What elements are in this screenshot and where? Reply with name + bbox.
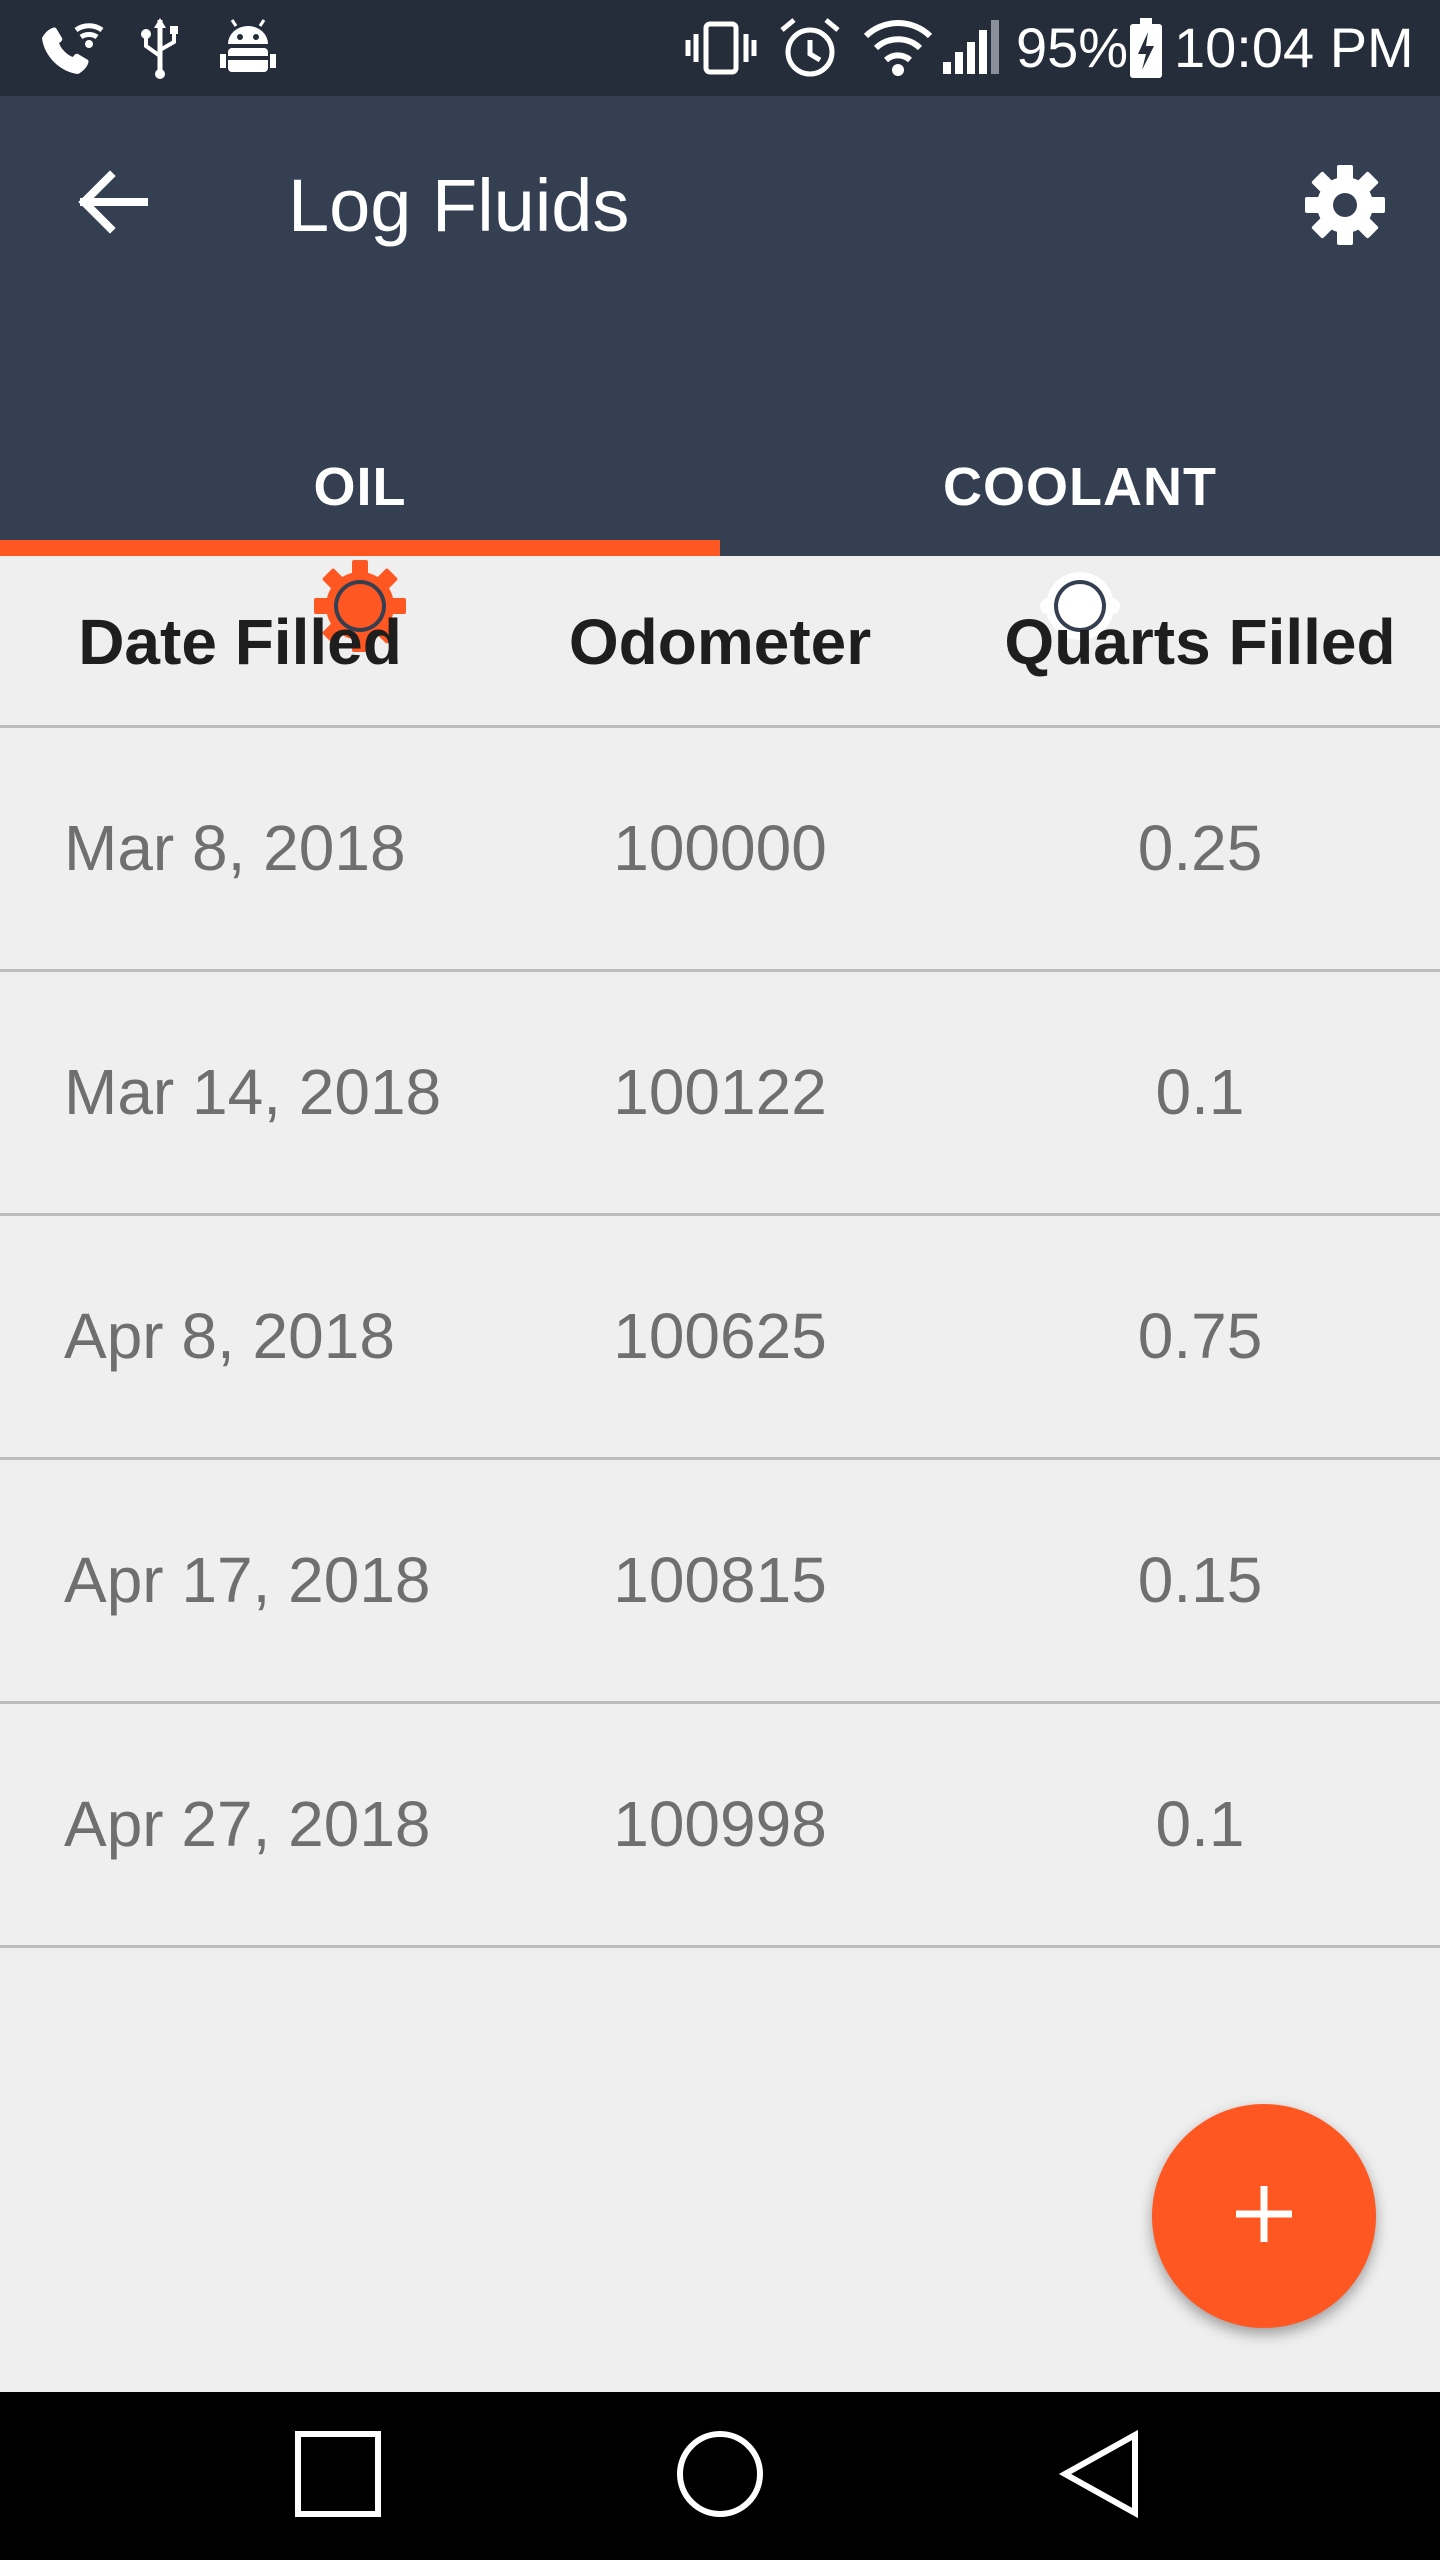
cell-quarts: 0.1 [1155, 1788, 1245, 1860]
screen: 95% 10:04 PM Log Fluids OIL COOLANT Date… [0, 0, 1440, 2560]
cell-odometer: 100122 [613, 1056, 827, 1128]
wifi-icon [862, 14, 934, 82]
recents-square-icon [293, 2429, 383, 2524]
cell-odometer: 100000 [613, 812, 827, 884]
column-header-quarts[interactable]: Quarts Filled [960, 556, 1440, 728]
wifi-calling-icon [34, 14, 110, 82]
system-nav-bar [0, 2392, 1440, 2560]
app-bar: Log Fluids OIL COOLANT [0, 96, 1440, 652]
cell-odometer: 100815 [613, 1544, 827, 1616]
recents-button[interactable] [278, 2416, 398, 2536]
signal-icon [940, 14, 1004, 82]
status-bar: 95% 10:04 PM [0, 0, 1440, 96]
cell-date: Apr 27, 2018 [64, 1788, 431, 1860]
column-header-odometer[interactable]: Odometer [480, 556, 960, 728]
android-debug-icon [216, 14, 280, 82]
tab-coolant[interactable]: COOLANT [720, 336, 1440, 640]
table-body: Mar 8, 2018 100000 0.25 Mar 14, 2018 100… [0, 728, 1440, 1948]
cell-quarts: 0.25 [1137, 812, 1263, 884]
clock: 10:04 PM [1174, 16, 1414, 79]
table-row[interactable]: Apr 27, 2018 100998 0.1 [0, 1704, 1440, 1948]
arrow-back-icon [76, 169, 148, 239]
cell-date: Apr 8, 2018 [64, 1300, 395, 1372]
table-header: Date Filled Odometer Quarts Filled [0, 556, 1440, 728]
table-row[interactable]: Mar 14, 2018 100122 0.1 [0, 972, 1440, 1216]
back-nav-button[interactable] [1042, 2416, 1162, 2536]
cell-date: Apr 17, 2018 [64, 1544, 431, 1616]
tab-label: OIL [313, 457, 407, 517]
table-row[interactable]: Mar 8, 2018 100000 0.25 [0, 728, 1440, 972]
home-circle-icon [675, 2429, 765, 2524]
table-row[interactable]: Apr 17, 2018 100815 0.15 [0, 1460, 1440, 1704]
tab-label: COOLANT [943, 457, 1217, 517]
cell-odometer: 100625 [613, 1300, 827, 1372]
page-title: Log Fluids [288, 164, 630, 247]
tab-indicator [0, 540, 720, 556]
column-header-date[interactable]: Date Filled [0, 556, 480, 728]
back-button[interactable] [60, 152, 164, 256]
add-entry-button[interactable] [1152, 2104, 1376, 2328]
cell-quarts: 0.75 [1137, 1300, 1263, 1372]
gear-icon [1303, 163, 1387, 252]
cell-quarts: 0.15 [1137, 1544, 1263, 1616]
back-triangle-icon [1057, 2429, 1147, 2524]
settings-button[interactable] [1290, 152, 1400, 262]
vibrate-icon [684, 14, 758, 82]
usb-icon [138, 14, 182, 82]
battery-charging-icon [1126, 14, 1166, 82]
cell-odometer: 100998 [613, 1788, 827, 1860]
alarm-icon [776, 14, 844, 82]
cell-date: Mar 14, 2018 [64, 1056, 442, 1128]
tab-bar: OIL COOLANT [0, 336, 1440, 652]
tab-oil[interactable]: OIL [0, 336, 720, 652]
table-row[interactable]: Apr 8, 2018 100625 0.75 [0, 1216, 1440, 1460]
battery-percent: 95% [1016, 16, 1129, 79]
plus-icon [1232, 2182, 1296, 2251]
cell-quarts: 0.1 [1155, 1056, 1245, 1128]
cell-date: Mar 8, 2018 [64, 812, 406, 884]
home-button[interactable] [660, 2416, 780, 2536]
